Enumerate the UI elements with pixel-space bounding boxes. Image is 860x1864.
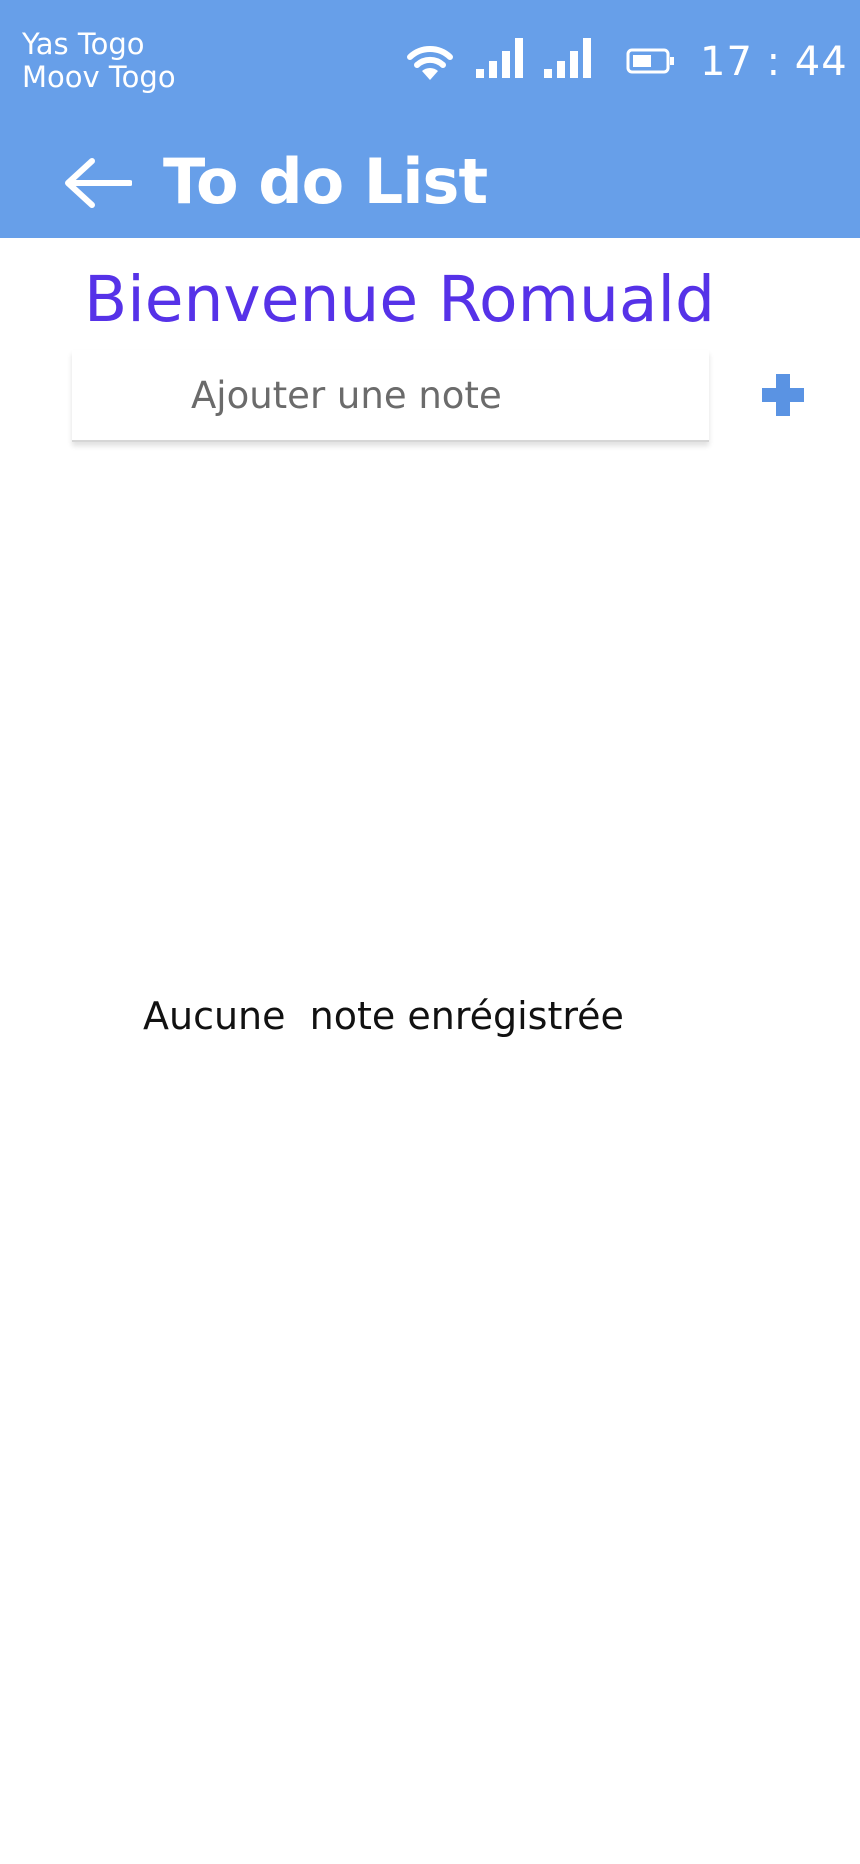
carrier-names: Yas Togo Moov Togo <box>22 28 176 94</box>
app-bar: Yas Togo Moov Togo 17: 44 To do List <box>0 0 860 238</box>
signal-icon <box>544 38 591 78</box>
plus-icon <box>762 374 804 416</box>
clock: 17 : 44 <box>700 39 848 85</box>
battery-icon <box>626 48 674 74</box>
arrow-left-icon <box>65 158 133 208</box>
add-note-button[interactable] <box>760 372 806 418</box>
carrier-2: Moov Togo <box>22 60 176 94</box>
app-title: To do List <box>163 145 488 218</box>
screen: Yas Togo Moov Togo 17: 44 To do List Bi… <box>0 0 860 1864</box>
empty-state-message: Aucune note enrégistrée <box>143 994 624 1038</box>
back-button[interactable] <box>62 155 144 211</box>
welcome-heading: Bienvenue Romuald <box>84 263 715 336</box>
signal-icon <box>476 38 523 78</box>
carrier-1: Yas Togo <box>22 27 145 61</box>
wifi-icon <box>407 46 453 80</box>
note-input[interactable] <box>72 350 709 442</box>
